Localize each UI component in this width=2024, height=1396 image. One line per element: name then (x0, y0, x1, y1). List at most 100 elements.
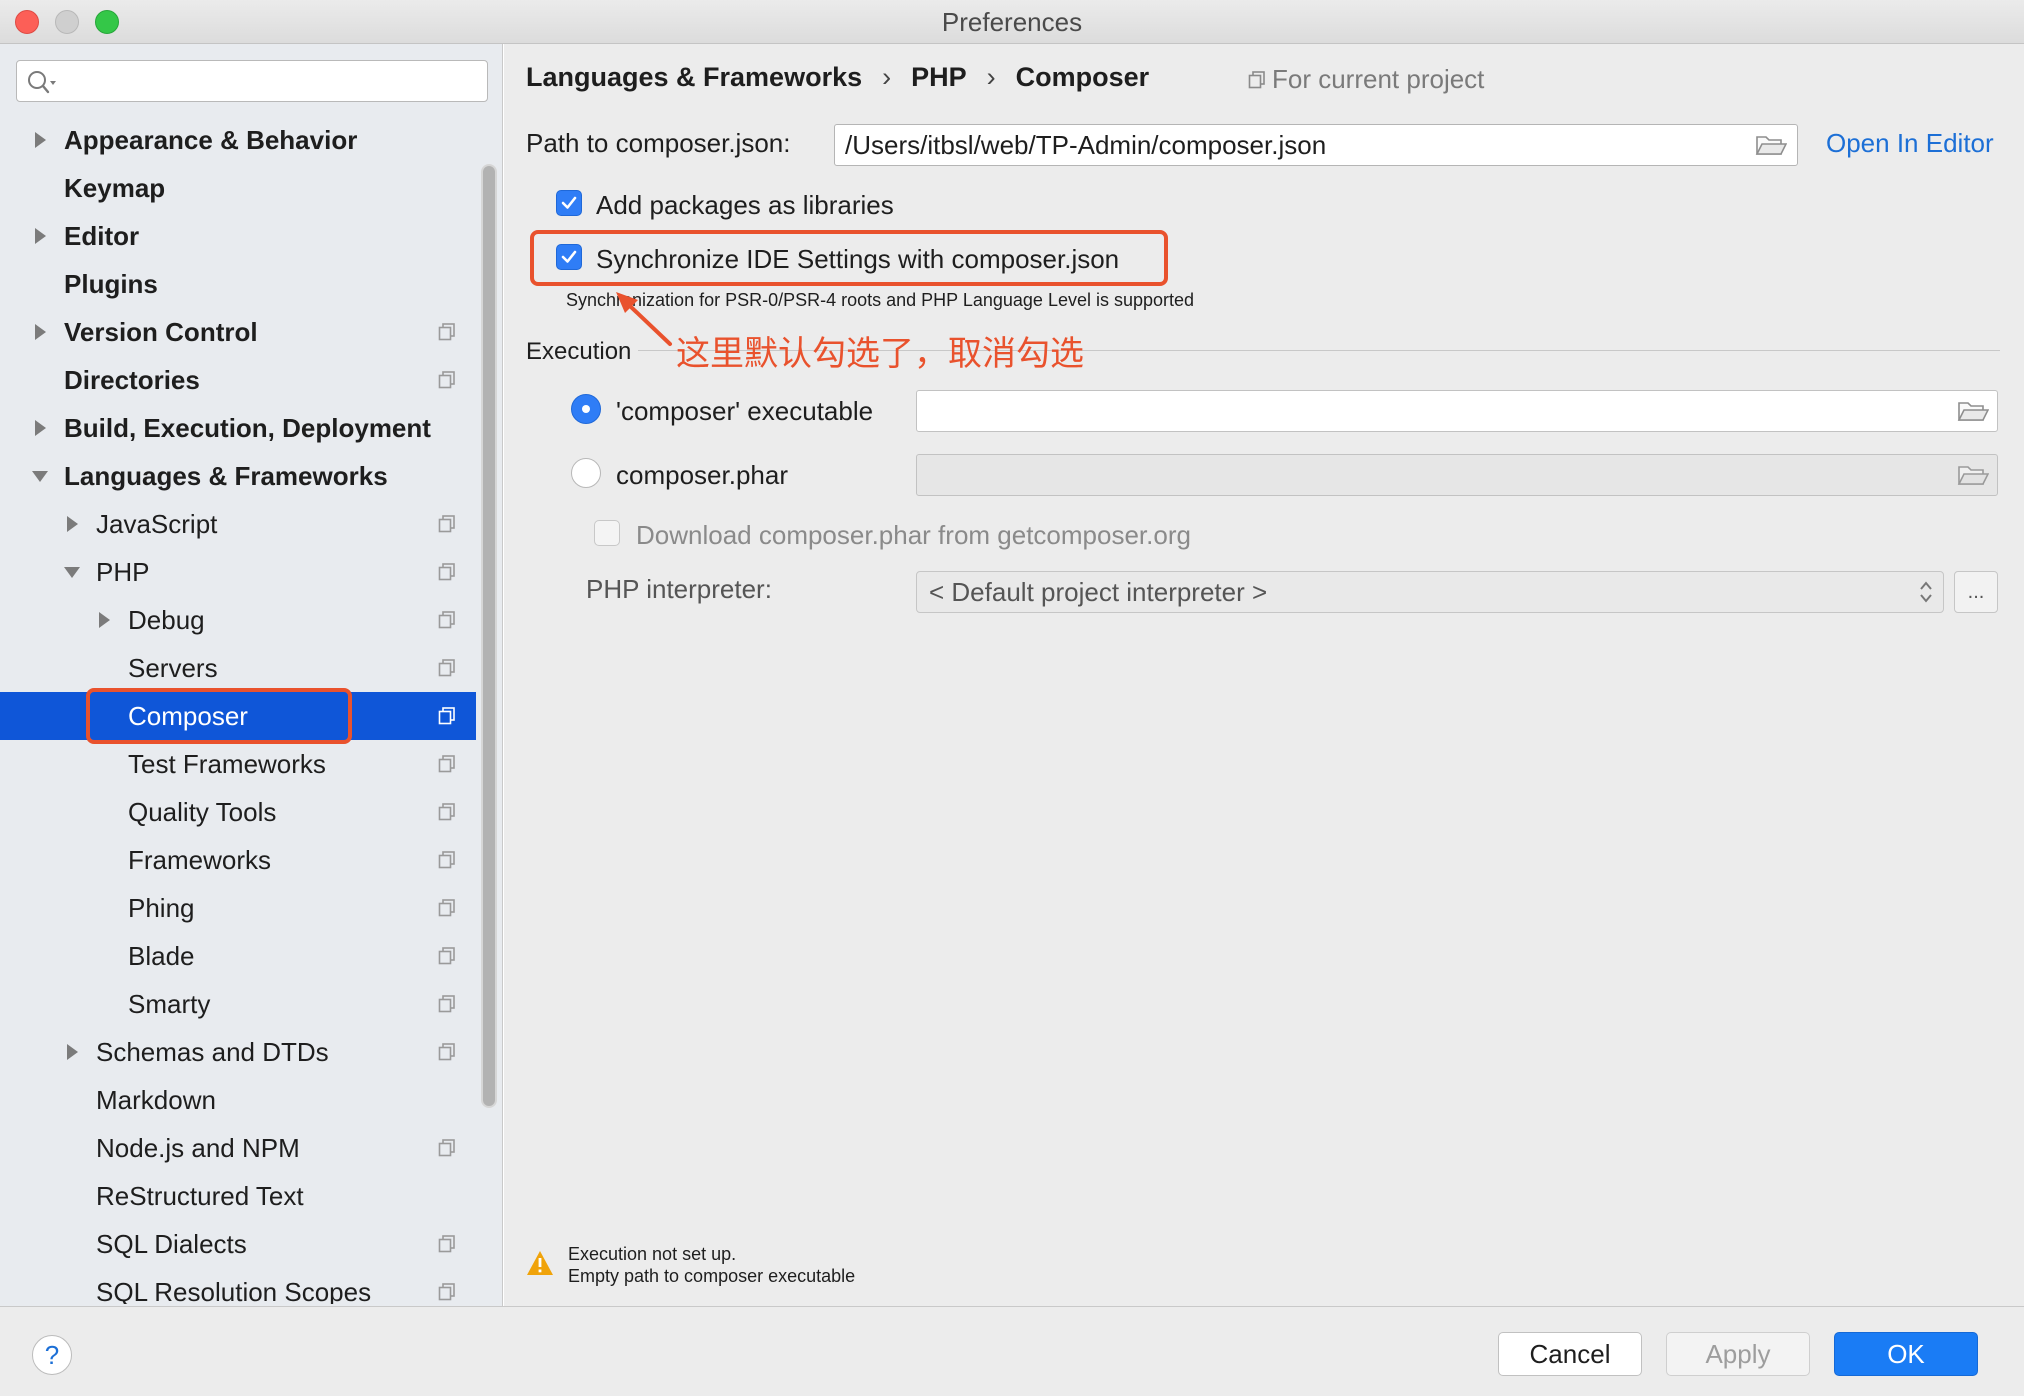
triangle-right-icon[interactable] (62, 1028, 82, 1076)
sidebar-item[interactable]: Blade (0, 932, 476, 980)
project-scope-icon (438, 515, 455, 533)
download-phar-checkbox[interactable] (594, 520, 620, 546)
sidebar-item[interactable]: Markdown (0, 1076, 476, 1124)
dialog-footer: ? Cancel Apply OK (0, 1306, 2024, 1396)
triangle-down-icon[interactable] (30, 452, 50, 500)
triangle-right-icon[interactable] (30, 212, 50, 260)
php-interpreter-label: PHP interpreter: (586, 574, 772, 604)
project-scope-icon (438, 755, 455, 773)
sidebar-item-label: Servers (128, 653, 218, 683)
project-scope-icon (438, 851, 455, 869)
sidebar-item[interactable]: SQL Resolution Scopes (0, 1268, 476, 1304)
breadcrumb-item: PHP (911, 62, 967, 92)
project-scope-icon (1248, 71, 1265, 89)
project-scope-icon (438, 707, 455, 725)
open-in-editor-link[interactable]: Open In Editor (1826, 128, 1994, 159)
sidebar-item-label: Plugins (64, 269, 158, 299)
project-scope-icon (438, 1139, 455, 1157)
sidebar-item-label: Phing (128, 893, 195, 923)
sidebar-scrollbar[interactable] (481, 164, 497, 1108)
project-scope-icon (438, 947, 455, 965)
sidebar-item-label: Editor (64, 221, 140, 251)
sidebar-item[interactable]: Quality Tools (0, 788, 476, 836)
composer-executable-path-input[interactable] (916, 390, 1998, 432)
interpreter-browse-button[interactable]: ... (1954, 571, 1998, 613)
composer-phar-radio[interactable] (571, 458, 601, 488)
project-scope-icon (438, 563, 455, 581)
php-interpreter-select[interactable]: < Default project interpreter > (916, 571, 1944, 613)
sidebar-item[interactable]: JavaScript (0, 500, 476, 548)
window-title: Preferences (941, 7, 1083, 37)
browse-folder-icon[interactable] (1755, 133, 1787, 157)
sidebar-item-label: SQL Resolution Scopes (96, 1277, 372, 1304)
sidebar-item[interactable]: Version Control (0, 308, 476, 356)
composer-phar-path-input[interactable] (916, 454, 1998, 496)
triangle-right-icon[interactable] (94, 596, 114, 644)
sidebar-item[interactable]: Build, Execution, Deployment (0, 404, 476, 452)
sidebar-item[interactable]: Servers (0, 644, 476, 692)
sidebar-item[interactable]: Smarty (0, 980, 476, 1028)
chevron-up-down-icon (1920, 581, 1932, 603)
sidebar-item-label: PHP (96, 557, 150, 587)
sidebar-item[interactable]: Keymap (0, 164, 476, 212)
composer-highlight-box (86, 688, 352, 744)
ok-button[interactable]: OK (1834, 1332, 1978, 1376)
sidebar-item[interactable]: PHP (0, 548, 476, 596)
browse-folder-icon[interactable] (1957, 463, 1989, 487)
warning-line-1: Execution not set up. (568, 1244, 737, 1264)
sidebar-item[interactable]: Test Frameworks (0, 740, 476, 788)
project-scope-icon (438, 371, 455, 389)
project-scope-icon (438, 803, 455, 821)
checkmark-icon (561, 196, 577, 209)
triangle-down-icon[interactable] (62, 548, 82, 596)
project-scope-icon (438, 1043, 455, 1061)
search-icon (28, 71, 56, 94)
download-phar-label: Download composer.phar from getcomposer.… (636, 520, 1191, 550)
triangle-right-icon[interactable] (62, 500, 82, 548)
composer-json-path-value: /Users/itbsl/web/TP-Admin/composer.json (845, 130, 1327, 160)
sidebar-item[interactable]: Appearance & Behavior (0, 116, 476, 164)
sidebar-item-label: Appearance & Behavior (64, 125, 358, 155)
breadcrumb-item: Languages & Frameworks (526, 62, 863, 92)
sidebar-item[interactable]: ReStructured Text (0, 1172, 476, 1220)
settings-search-input[interactable] (16, 60, 488, 102)
composer-executable-label: 'composer' executable (616, 396, 874, 426)
sidebar-item-label: JavaScript (96, 509, 218, 539)
composer-json-path-field[interactable]: /Users/itbsl/web/TP-Admin/composer.json (834, 124, 1798, 166)
breadcrumb-item: Composer (1015, 62, 1150, 92)
browse-folder-icon[interactable] (1957, 399, 1989, 423)
sidebar-item-label: Markdown (96, 1085, 216, 1115)
triangle-right-icon[interactable] (30, 116, 50, 164)
project-scope-icon (438, 1283, 455, 1301)
project-scope-icon (438, 899, 455, 917)
sidebar-item[interactable]: Editor (0, 212, 476, 260)
apply-button[interactable]: Apply (1666, 1332, 1810, 1376)
sidebar-item[interactable]: Directories (0, 356, 476, 404)
sidebar-item-label: Node.js and NPM (96, 1133, 300, 1163)
sidebar-item-label: Quality Tools (128, 797, 277, 827)
sidebar-item[interactable]: Frameworks (0, 836, 476, 884)
path-label: Path to composer.json: (526, 128, 791, 158)
sidebar-item[interactable]: SQL Dialects (0, 1220, 476, 1268)
sidebar-item[interactable]: Phing (0, 884, 476, 932)
warning-icon (527, 1251, 553, 1275)
sidebar-item-label: Version Control (64, 317, 258, 347)
sidebar-item-label: Keymap (64, 173, 166, 203)
add-packages-label: Add packages as libraries (596, 190, 894, 220)
sidebar-item[interactable]: Debug (0, 596, 476, 644)
project-scope-icon (438, 1235, 455, 1253)
sidebar-item[interactable]: Plugins (0, 260, 476, 308)
sidebar-item[interactable]: Languages & Frameworks (0, 452, 476, 500)
triangle-right-icon[interactable] (30, 308, 50, 356)
help-button[interactable]: ? (32, 1335, 72, 1375)
sidebar-item-label: Build, Execution, Deployment (64, 413, 431, 443)
title-bar: Preferences (0, 0, 2024, 44)
cancel-button[interactable]: Cancel (1498, 1332, 1642, 1376)
sidebar-scroll-thumb[interactable] (483, 166, 495, 1106)
add-packages-checkbox[interactable] (556, 190, 582, 216)
sidebar-item[interactable]: Node.js and NPM (0, 1124, 476, 1172)
sidebar-item[interactable]: Schemas and DTDs (0, 1028, 476, 1076)
project-scope-icon (438, 659, 455, 677)
triangle-right-icon[interactable] (30, 404, 50, 452)
composer-executable-radio[interactable] (571, 394, 601, 424)
